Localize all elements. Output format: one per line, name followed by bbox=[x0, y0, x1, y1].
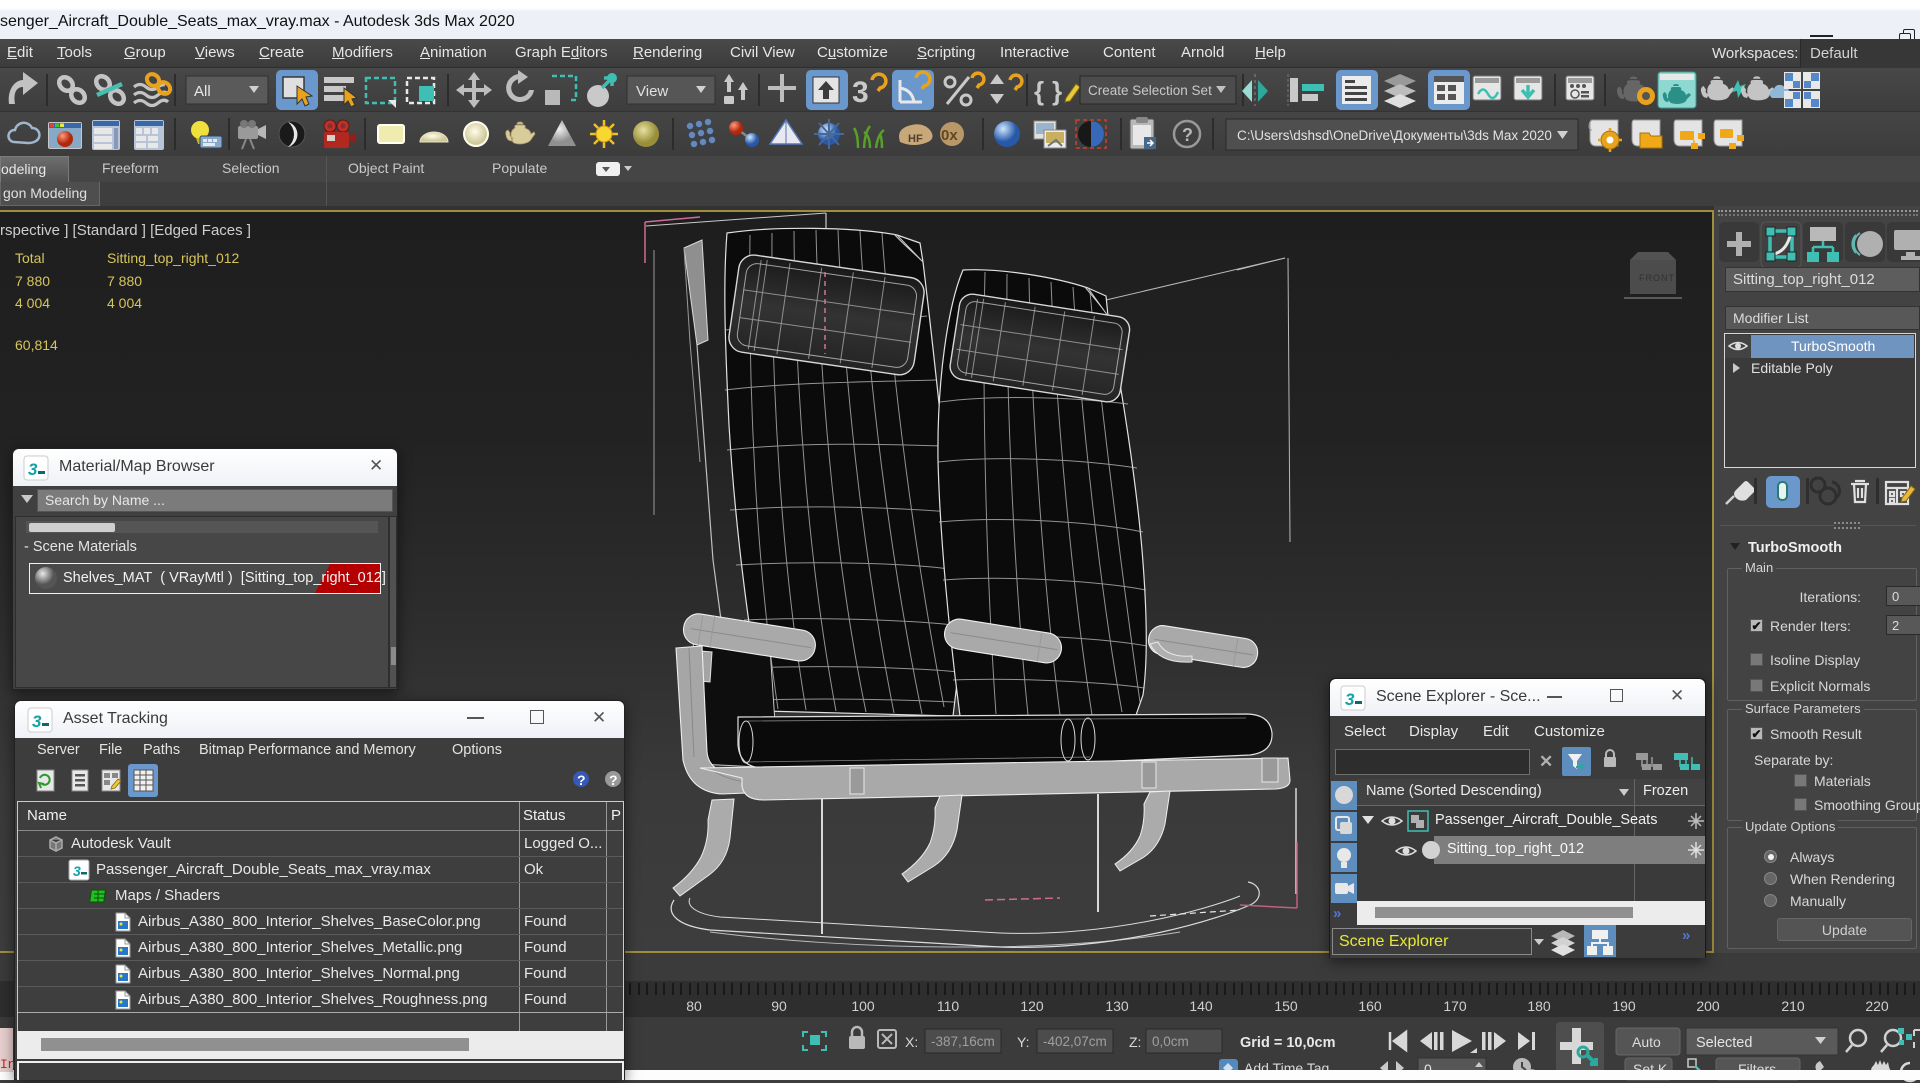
svg-text:150: 150 bbox=[1274, 998, 1298, 1014]
svg-text:110: 110 bbox=[937, 998, 960, 1014]
svg-text:3: 3 bbox=[1345, 690, 1355, 709]
svg-text:0,0cm: 0,0cm bbox=[1152, 1034, 1189, 1049]
svg-text:3: 3 bbox=[28, 460, 38, 479]
svg-text:3: 3 bbox=[32, 712, 42, 731]
svg-text:3: 3 bbox=[852, 76, 869, 109]
svg-text:All: All bbox=[194, 83, 211, 100]
svg-text:-402,07cm: -402,07cm bbox=[1043, 1034, 1107, 1049]
svg-text:?: ? bbox=[609, 772, 618, 788]
svg-text:Auto: Auto bbox=[1632, 1034, 1661, 1050]
svg-text:120: 120 bbox=[1020, 998, 1044, 1014]
svg-text:0x: 0x bbox=[941, 127, 958, 144]
svg-text:?: ? bbox=[577, 772, 586, 788]
svg-text:160: 160 bbox=[1358, 998, 1382, 1014]
svg-text:140: 140 bbox=[1189, 998, 1213, 1014]
svg-text:190: 190 bbox=[1612, 998, 1636, 1014]
svg-text:X:: X: bbox=[905, 1034, 918, 1050]
svg-text:200: 200 bbox=[1696, 998, 1720, 1014]
svg-text:170: 170 bbox=[1443, 998, 1467, 1014]
svg-text:FRONT: FRONT bbox=[1639, 273, 1675, 283]
svg-text:180: 180 bbox=[1527, 998, 1551, 1014]
svg-text:80: 80 bbox=[686, 998, 702, 1014]
svg-text:100: 100 bbox=[851, 998, 875, 1014]
svg-text:C:\Users\dshsd\OneDrive\Докуме: C:\Users\dshsd\OneDrive\Документы\3ds Ma… bbox=[1237, 128, 1552, 143]
svg-text:Create Selection Set: Create Selection Set bbox=[1088, 83, 1212, 98]
svg-text:-387,16cm: -387,16cm bbox=[931, 1034, 995, 1049]
svg-text:?: ? bbox=[1182, 125, 1193, 145]
svg-text:Selected: Selected bbox=[1696, 1035, 1752, 1051]
svg-text:{: { bbox=[1034, 76, 1044, 106]
svg-text:Z:: Z: bbox=[1129, 1034, 1141, 1050]
svg-text:Y:: Y: bbox=[1017, 1034, 1029, 1050]
svg-text:220: 220 bbox=[1865, 998, 1889, 1014]
svg-text:90: 90 bbox=[771, 998, 787, 1014]
svg-text:HF: HF bbox=[908, 133, 923, 145]
svg-text:210: 210 bbox=[1781, 998, 1805, 1014]
svg-text:View: View bbox=[636, 83, 668, 100]
svg-text:130: 130 bbox=[1105, 998, 1129, 1014]
svg-text:Grid = 10,0cm: Grid = 10,0cm bbox=[1240, 1035, 1336, 1051]
svg-text:}: } bbox=[1052, 76, 1062, 106]
svg-text:3: 3 bbox=[73, 863, 81, 879]
